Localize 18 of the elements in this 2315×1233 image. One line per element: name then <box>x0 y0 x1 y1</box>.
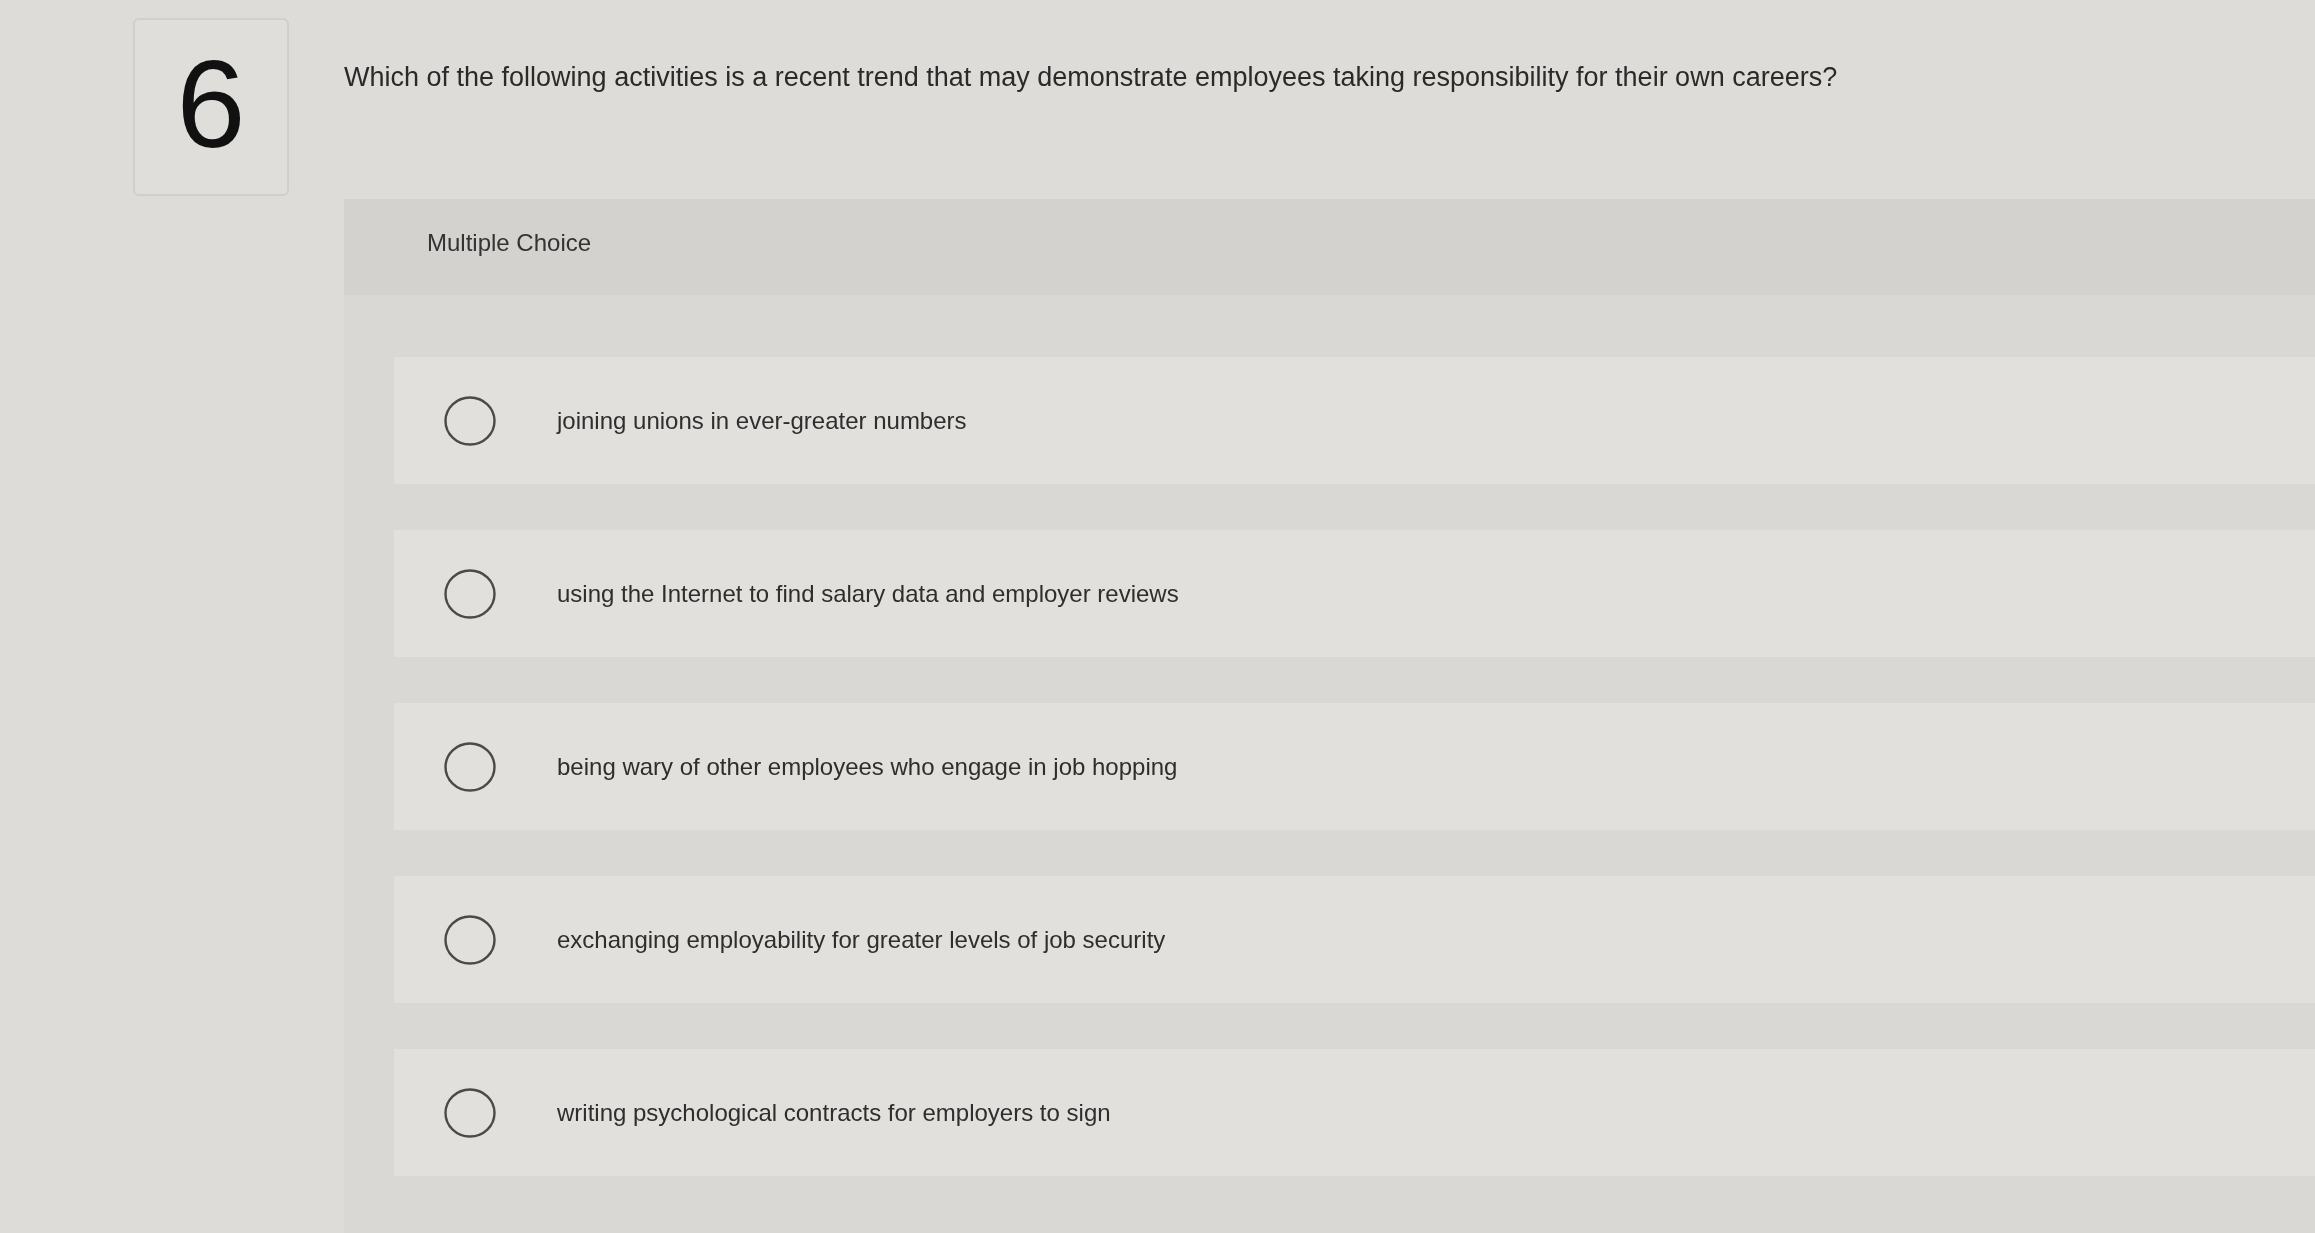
option-text: using the Internet to find salary data and employer reviews <box>557 578 1179 609</box>
answer-option[interactable]: joining unions in ever-greater numbers <box>394 357 2315 484</box>
answer-option[interactable]: exchanging employability for greater levels of job security <box>394 876 2315 1003</box>
answer-option[interactable]: writing psychological contracts for employers to sign <box>394 1049 2315 1176</box>
answer-option[interactable]: using the Internet to find salary data and employer reviews <box>394 530 2315 657</box>
question-number: 6 <box>133 18 289 196</box>
question-text: Which of the following activities is a recent trend that may demonstrate employees taking responsibility for their own careers? <box>344 61 1838 94</box>
radio-button[interactable] <box>444 741 496 792</box>
option-text: joining unions in ever-greater numbers <box>557 405 967 436</box>
radio-button[interactable] <box>444 395 496 446</box>
radio-button[interactable] <box>444 1087 496 1138</box>
radio-button[interactable] <box>444 914 496 965</box>
option-text: exchanging employability for greater levels of job security <box>557 924 1166 955</box>
answer-option[interactable]: being wary of other employees who engage in job hopping <box>394 703 2315 830</box>
question-type-label: Multiple Choice <box>427 229 592 256</box>
radio-button[interactable] <box>444 568 496 619</box>
option-text: writing psychological contracts for employers to sign <box>557 1097 1111 1128</box>
option-text: being wary of other employees who engage in job hopping <box>557 751 1178 782</box>
